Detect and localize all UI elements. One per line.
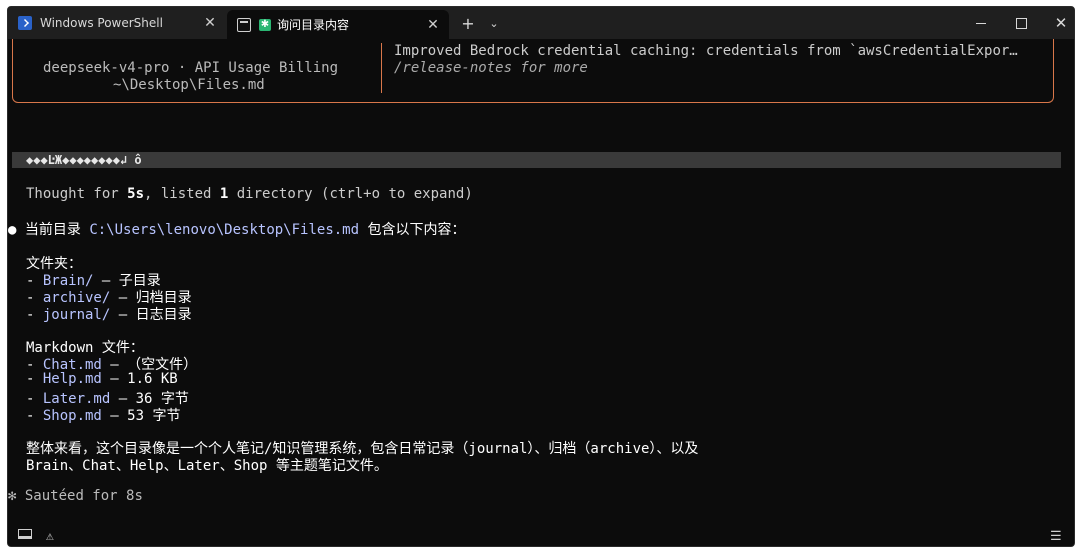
terminal-output[interactable]: deepseek-v4-pro · API Usage Billing ~\De… <box>8 39 1074 546</box>
status-bar: ⚠ ☰ <box>8 525 1074 546</box>
sauteed-line: ✻ Sautéed for 8s <box>8 488 143 504</box>
response-bullet-icon: ● <box>8 222 17 238</box>
intro-path: C:\Users\lenovo\Desktop\Files.md <box>89 222 360 238</box>
minimize-icon <box>976 22 986 24</box>
sparkle-icon: ✱ <box>259 18 271 31</box>
thought-time: 5s <box>127 186 145 202</box>
sauteed-text: Sautéed for 8s <box>16 488 143 504</box>
file-desc: – 53 字节 <box>101 408 181 424</box>
working-path: ~\Desktop\Files.md <box>113 77 265 93</box>
folder-desc: – 日志目录 <box>110 307 192 323</box>
tab-label: 询问目录内容 <box>277 18 350 32</box>
close-tab-icon[interactable]: ✕ <box>202 15 218 31</box>
minimize-button[interactable] <box>968 7 994 39</box>
list-item: - Shop.md – 53 字节 <box>26 405 180 425</box>
maximize-icon <box>1015 17 1027 29</box>
close-tab-icon[interactable]: ✕ <box>425 17 441 33</box>
thought-prefix: Thought for <box>26 186 128 202</box>
file-name: Shop.md <box>42 408 102 424</box>
list-dash: - <box>26 408 43 424</box>
list-dash: - <box>26 307 43 323</box>
model-info: deepseek-v4-pro · API Usage Billing <box>43 60 339 76</box>
banner-divider <box>381 43 382 93</box>
intro-suffix: 包含以下内容： <box>359 222 466 238</box>
summary-line: Brain、Chat、Help、Later、Shop 等主题笔记文件。 <box>26 458 388 474</box>
tab-label: Windows PowerShell <box>40 16 163 30</box>
intro-prefix: 当前目录 <box>24 222 90 238</box>
answer-intro: ● 当前目录 C:\Users\lenovo\Desktop\Files.md … <box>8 219 465 239</box>
list-item: - Help.md – 1.6 KB <box>26 371 178 387</box>
banner-info: deepseek-v4-pro · API Usage Billing ~\De… <box>13 39 381 103</box>
list-item: - journal/ – 日志目录 <box>26 304 192 324</box>
tab-dropdown-button[interactable]: ⌄ <box>482 7 506 39</box>
thought-line[interactable]: Thought for 5s, listed 1 directory (ctrl… <box>26 186 473 202</box>
terminal-icon <box>237 17 251 32</box>
user-prompt-bar: ◆◆◆ĿЖ◆◆◆◆◆◆◆◆↲ ô <box>12 152 1061 168</box>
screen-icon[interactable] <box>18 529 32 539</box>
thought-suffix: directory (ctrl+o to expand) <box>228 186 473 202</box>
tab-windows-powershell[interactable]: Windows PowerShell ✕ <box>8 7 226 39</box>
release-notes-line: Improved Bedrock credential caching: cre… <box>394 43 1018 59</box>
new-tab-button[interactable]: + <box>456 7 480 39</box>
close-window-button[interactable]: ✕ <box>1048 7 1074 39</box>
maximize-button[interactable] <box>1008 7 1034 39</box>
warning-icon[interactable]: ⚠ <box>46 529 54 544</box>
tab-query-directory[interactable]: ✱ 询问目录内容 ✕ <box>227 10 449 39</box>
file-name: Help.md <box>42 371 102 387</box>
folder-name: journal/ <box>42 307 111 323</box>
file-desc: – 1.6 KB <box>101 371 178 387</box>
thought-mid: , listed <box>144 186 220 202</box>
title-bar: Windows PowerShell ✕ ✱ 询问目录内容 ✕ + ⌄ ✕ <box>8 7 1074 39</box>
menu-icon[interactable]: ☰ <box>1050 529 1062 544</box>
list-dash: - <box>26 371 43 387</box>
welcome-banner: deepseek-v4-pro · API Usage Billing ~\De… <box>12 39 1054 103</box>
powershell-icon <box>18 16 32 30</box>
release-notes-hint: /release-notes for more <box>394 60 588 76</box>
terminal-window: Windows PowerShell ✕ ✱ 询问目录内容 ✕ + ⌄ ✕ de… <box>7 6 1075 547</box>
